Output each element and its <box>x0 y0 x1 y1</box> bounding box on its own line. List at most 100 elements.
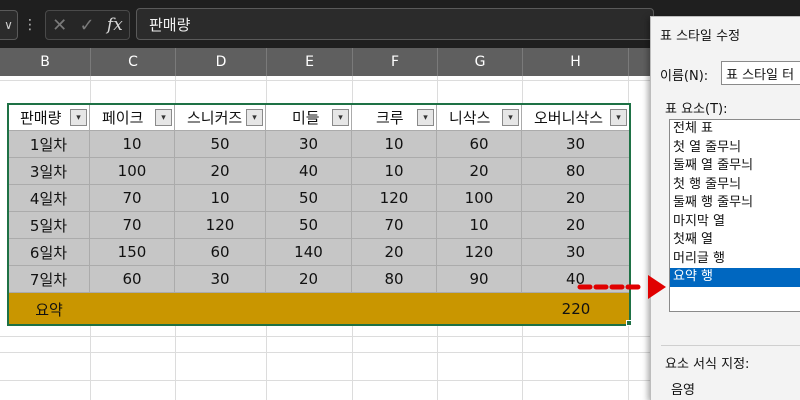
table-cell[interactable]: 20 <box>266 266 352 293</box>
table-cell[interactable]: 6일차 <box>8 239 90 266</box>
table-cell[interactable]: 120 <box>437 239 522 266</box>
table-cell[interactable]: 40 <box>266 158 352 185</box>
list-item[interactable]: 둘째 행 줄무늬 <box>670 194 800 213</box>
table-row: 7일차 60 30 20 80 90 40 <box>8 266 630 293</box>
filter-dropdown-icon[interactable]: ▾ <box>70 109 87 126</box>
table-cell[interactable]: 70 <box>90 185 175 212</box>
annotation-arrow-icon <box>577 275 666 299</box>
enter-icon[interactable]: ✓ <box>80 15 95 36</box>
table-header-row: 판매량 ▾ 페이크 ▾ 스니커즈 ▾ 미들 ▾ 크루 ▾ 니삭스 ▾ 오버니삭스 ▾ <box>8 104 630 131</box>
excel-table: 판매량 ▾ 페이크 ▾ 스니커즈 ▾ 미들 ▾ 크루 ▾ 니삭스 ▾ 오버니삭스 ▾ 1일차 … <box>8 104 630 326</box>
table-cell[interactable]: 120 <box>352 185 437 212</box>
filter-dropdown-icon[interactable]: ▾ <box>417 109 434 126</box>
header-cell[interactable]: 미들 ▾ <box>266 104 352 131</box>
table-cell[interactable]: 70 <box>352 212 437 239</box>
table-cell[interactable]: 10 <box>90 131 175 158</box>
more-options-icon[interactable]: ⋮ <box>23 12 37 38</box>
filter-dropdown-icon[interactable]: ▾ <box>610 109 627 126</box>
list-item[interactable]: 둘째 열 줄무늬 <box>670 157 800 176</box>
fill-handle[interactable] <box>626 320 632 326</box>
cancel-icon[interactable]: ✕ <box>52 15 67 36</box>
dialog-title: 표 스타일 수정 <box>660 29 741 44</box>
table-cell[interactable]: 30 <box>175 266 266 293</box>
list-item[interactable]: 머리글 행 <box>670 250 800 269</box>
element-format-label: 요소 서식 지정: <box>665 357 750 372</box>
list-item[interactable]: 첫 열 줄무늬 <box>670 139 800 158</box>
summary-label[interactable]: 요약 <box>8 293 90 325</box>
column-header-c[interactable]: C <box>91 48 176 76</box>
header-cell[interactable]: 판매량 ▾ <box>8 104 90 131</box>
list-item-selected[interactable]: 요약 행 <box>670 268 800 287</box>
table-elements-label: 표 요소(T): <box>665 102 728 117</box>
column-header-h[interactable]: H <box>523 48 629 76</box>
header-cell[interactable]: 오버니삭스 ▾ <box>522 104 630 131</box>
table-cell[interactable]: 3일차 <box>8 158 90 185</box>
header-cell[interactable]: 크루 ▾ <box>352 104 437 131</box>
table-row: 6일차 150 60 140 20 120 30 <box>8 239 630 266</box>
table-cell[interactable]: 30 <box>266 131 352 158</box>
table-cell[interactable]: 20 <box>522 185 630 212</box>
column-header-f[interactable]: F <box>353 48 438 76</box>
table-cell[interactable]: 7일차 <box>8 266 90 293</box>
formula-input[interactable]: 판매량 <box>136 8 654 40</box>
table-cell[interactable]: 10 <box>437 212 522 239</box>
table-cell[interactable]: 50 <box>266 185 352 212</box>
chevron-down-icon: ∨ <box>4 18 13 32</box>
modify-table-style-dialog: 표 스타일 수정 이름(N): 표 스타일 터 표 요소(T): 전체 표 첫 … <box>650 16 800 400</box>
column-header-row: B C D E F G H <box>0 48 650 76</box>
table-cell[interactable]: 50 <box>266 212 352 239</box>
table-cell[interactable]: 10 <box>352 131 437 158</box>
table-cell[interactable]: 20 <box>522 212 630 239</box>
table-cell[interactable]: 100 <box>90 158 175 185</box>
table-cell[interactable]: 10 <box>352 158 437 185</box>
table-cell[interactable]: 70 <box>90 212 175 239</box>
table-row: 4일차 70 10 50 120 100 20 <box>8 185 630 212</box>
filter-dropdown-icon[interactable]: ▾ <box>155 109 172 126</box>
table-cell[interactable]: 20 <box>175 158 266 185</box>
table-cell[interactable]: 80 <box>522 158 630 185</box>
formula-buttons: ✕ ✓ fx <box>45 10 130 40</box>
column-header-b[interactable]: B <box>0 48 91 76</box>
table-cell[interactable]: 100 <box>437 185 522 212</box>
table-cell[interactable]: 30 <box>522 131 630 158</box>
table-cell[interactable]: 60 <box>437 131 522 158</box>
filter-dropdown-icon[interactable]: ▾ <box>332 109 349 126</box>
name-label: 이름(N): <box>660 69 709 84</box>
table-cell[interactable]: 20 <box>352 239 437 266</box>
filter-dropdown-icon[interactable]: ▾ <box>246 109 263 126</box>
header-cell[interactable]: 페이크 ▾ <box>90 104 175 131</box>
table-cell[interactable]: 120 <box>175 212 266 239</box>
column-header-d[interactable]: D <box>176 48 267 76</box>
table-row: 3일차 100 20 40 10 20 80 <box>8 158 630 185</box>
table-row: 1일차 10 50 30 10 60 30 <box>8 131 630 158</box>
table-cell[interactable]: 60 <box>175 239 266 266</box>
header-cell[interactable]: 스니커즈 ▾ <box>175 104 266 131</box>
list-item[interactable]: 마지막 열 <box>670 213 800 232</box>
table-cell[interactable]: 20 <box>437 158 522 185</box>
header-cell[interactable]: 니삭스 ▾ <box>437 104 522 131</box>
style-name-input[interactable]: 표 스타일 터 <box>721 61 800 85</box>
table-cell[interactable] <box>90 293 522 325</box>
table-cell[interactable]: 5일차 <box>8 212 90 239</box>
table-cell[interactable]: 4일차 <box>8 185 90 212</box>
list-item[interactable]: 첫째 열 <box>670 231 800 250</box>
element-format-value: 음영 <box>671 383 695 398</box>
table-cell[interactable]: 80 <box>352 266 437 293</box>
name-box-dropdown[interactable]: ∨ <box>0 10 18 40</box>
list-item[interactable]: 첫 행 줄무늬 <box>670 176 800 195</box>
table-cell[interactable]: 1일차 <box>8 131 90 158</box>
column-header-e[interactable]: E <box>267 48 353 76</box>
table-cell[interactable]: 150 <box>90 239 175 266</box>
list-item[interactable]: 전체 표 <box>670 120 800 139</box>
divider <box>661 345 800 346</box>
table-cell[interactable]: 10 <box>175 185 266 212</box>
table-cell[interactable]: 140 <box>266 239 352 266</box>
table-cell[interactable]: 90 <box>437 266 522 293</box>
filter-dropdown-icon[interactable]: ▾ <box>502 109 519 126</box>
insert-function-icon[interactable]: fx <box>107 15 123 35</box>
table-cell[interactable]: 30 <box>522 239 630 266</box>
table-elements-list[interactable]: 전체 표 첫 열 줄무늬 둘째 열 줄무늬 첫 행 줄무늬 둘째 행 줄무늬 마… <box>669 119 800 312</box>
table-cell[interactable]: 50 <box>175 131 266 158</box>
table-cell[interactable]: 60 <box>90 266 175 293</box>
column-header-g[interactable]: G <box>438 48 523 76</box>
